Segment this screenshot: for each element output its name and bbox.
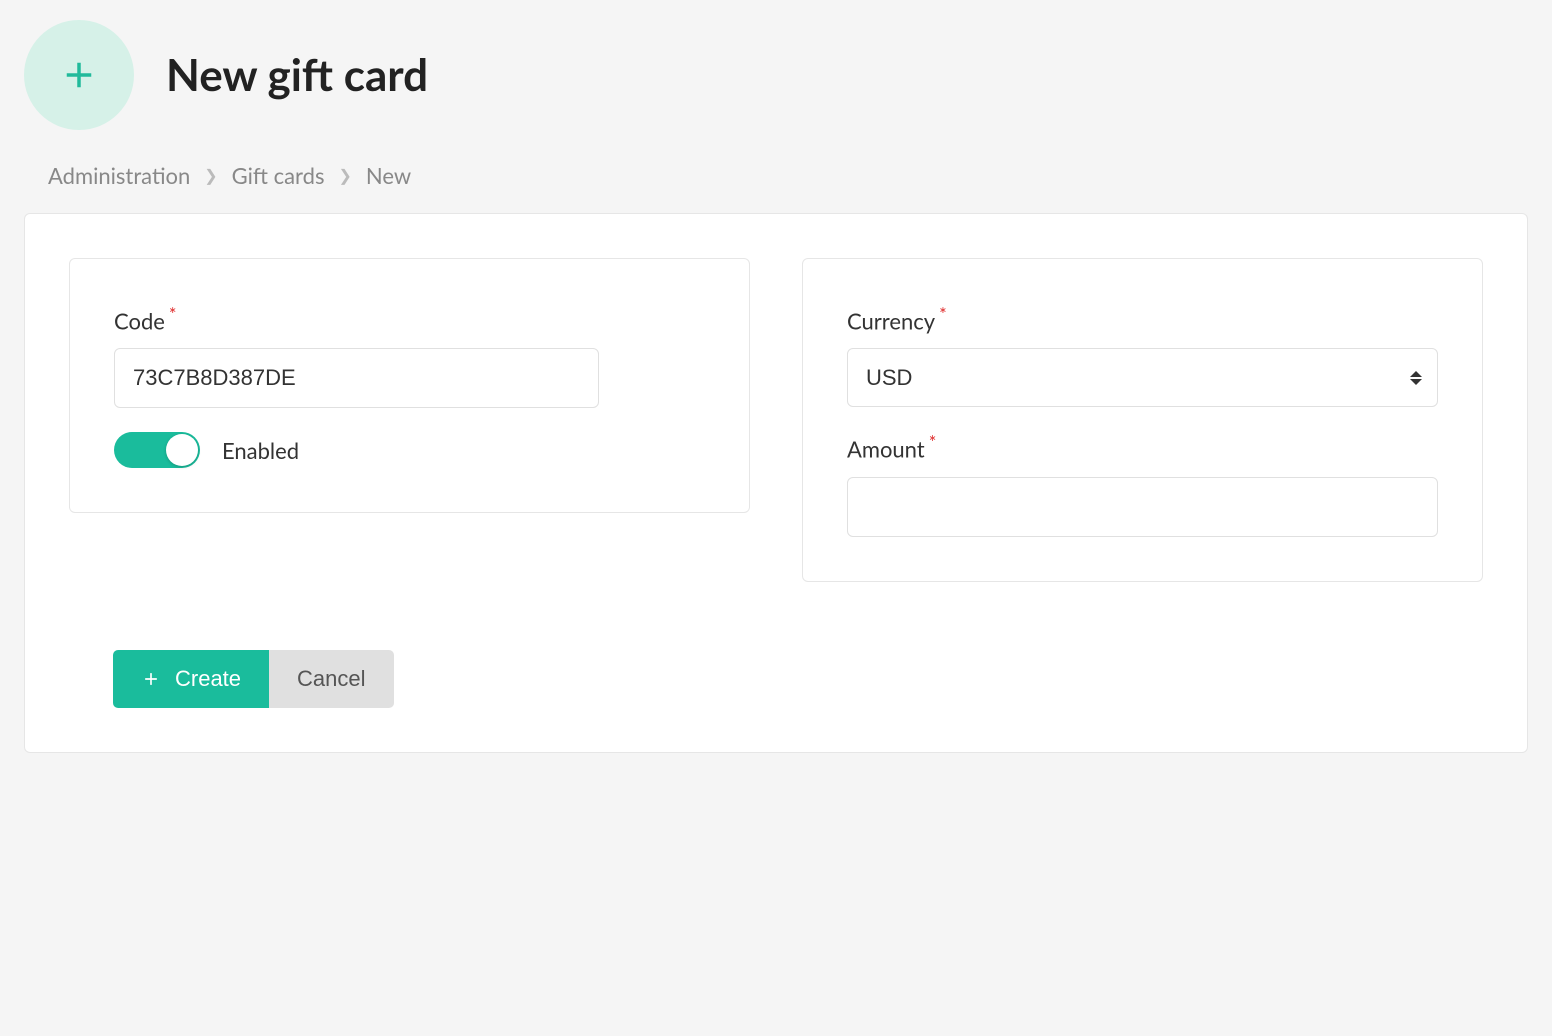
currency-amount-panel: Currency* USD Amount* bbox=[802, 258, 1483, 582]
code-label-text: Code bbox=[114, 307, 165, 334]
amount-input[interactable] bbox=[847, 477, 1438, 537]
form-card: Code* Enabled Currency* USD bbox=[24, 213, 1528, 753]
code-field: Code* bbox=[114, 303, 705, 408]
breadcrumb: Administration ❯ Gift cards ❯ New bbox=[24, 162, 1528, 189]
plus-icon bbox=[58, 54, 100, 96]
chevron-right-icon: ❯ bbox=[338, 166, 351, 185]
plus-icon-circle bbox=[24, 20, 134, 130]
required-star: * bbox=[939, 303, 947, 325]
breadcrumb-current: New bbox=[366, 162, 411, 189]
breadcrumb-gift-cards[interactable]: Gift cards bbox=[232, 162, 325, 189]
currency-select[interactable]: USD bbox=[847, 348, 1438, 407]
currency-field: Currency* USD bbox=[847, 303, 1438, 407]
currency-label: Currency* bbox=[847, 303, 1438, 334]
currency-select-wrap: USD bbox=[847, 348, 1438, 407]
form-actions: Create Cancel bbox=[69, 650, 1483, 708]
create-button[interactable]: Create bbox=[113, 650, 269, 708]
required-star: * bbox=[169, 303, 177, 325]
enabled-field: Enabled bbox=[114, 432, 705, 468]
page-title: New gift card bbox=[166, 49, 428, 101]
code-input[interactable] bbox=[114, 348, 599, 408]
code-label: Code* bbox=[114, 303, 705, 334]
create-button-label: Create bbox=[175, 666, 241, 692]
code-panel: Code* Enabled bbox=[69, 258, 750, 513]
page-header: New gift card bbox=[24, 20, 1528, 130]
amount-label-text: Amount bbox=[847, 436, 925, 463]
enabled-label: Enabled bbox=[222, 437, 299, 464]
chevron-right-icon: ❯ bbox=[204, 166, 217, 185]
cancel-button[interactable]: Cancel bbox=[269, 650, 393, 708]
cancel-button-label: Cancel bbox=[297, 666, 365, 692]
amount-label: Amount* bbox=[847, 431, 1438, 462]
toggle-knob bbox=[166, 434, 198, 466]
enabled-toggle[interactable] bbox=[114, 432, 200, 468]
form-row: Code* Enabled Currency* USD bbox=[69, 258, 1483, 582]
currency-label-text: Currency bbox=[847, 307, 935, 334]
breadcrumb-administration[interactable]: Administration bbox=[48, 162, 190, 189]
plus-icon bbox=[141, 669, 161, 689]
required-star: * bbox=[929, 431, 937, 453]
amount-field: Amount* bbox=[847, 431, 1438, 536]
